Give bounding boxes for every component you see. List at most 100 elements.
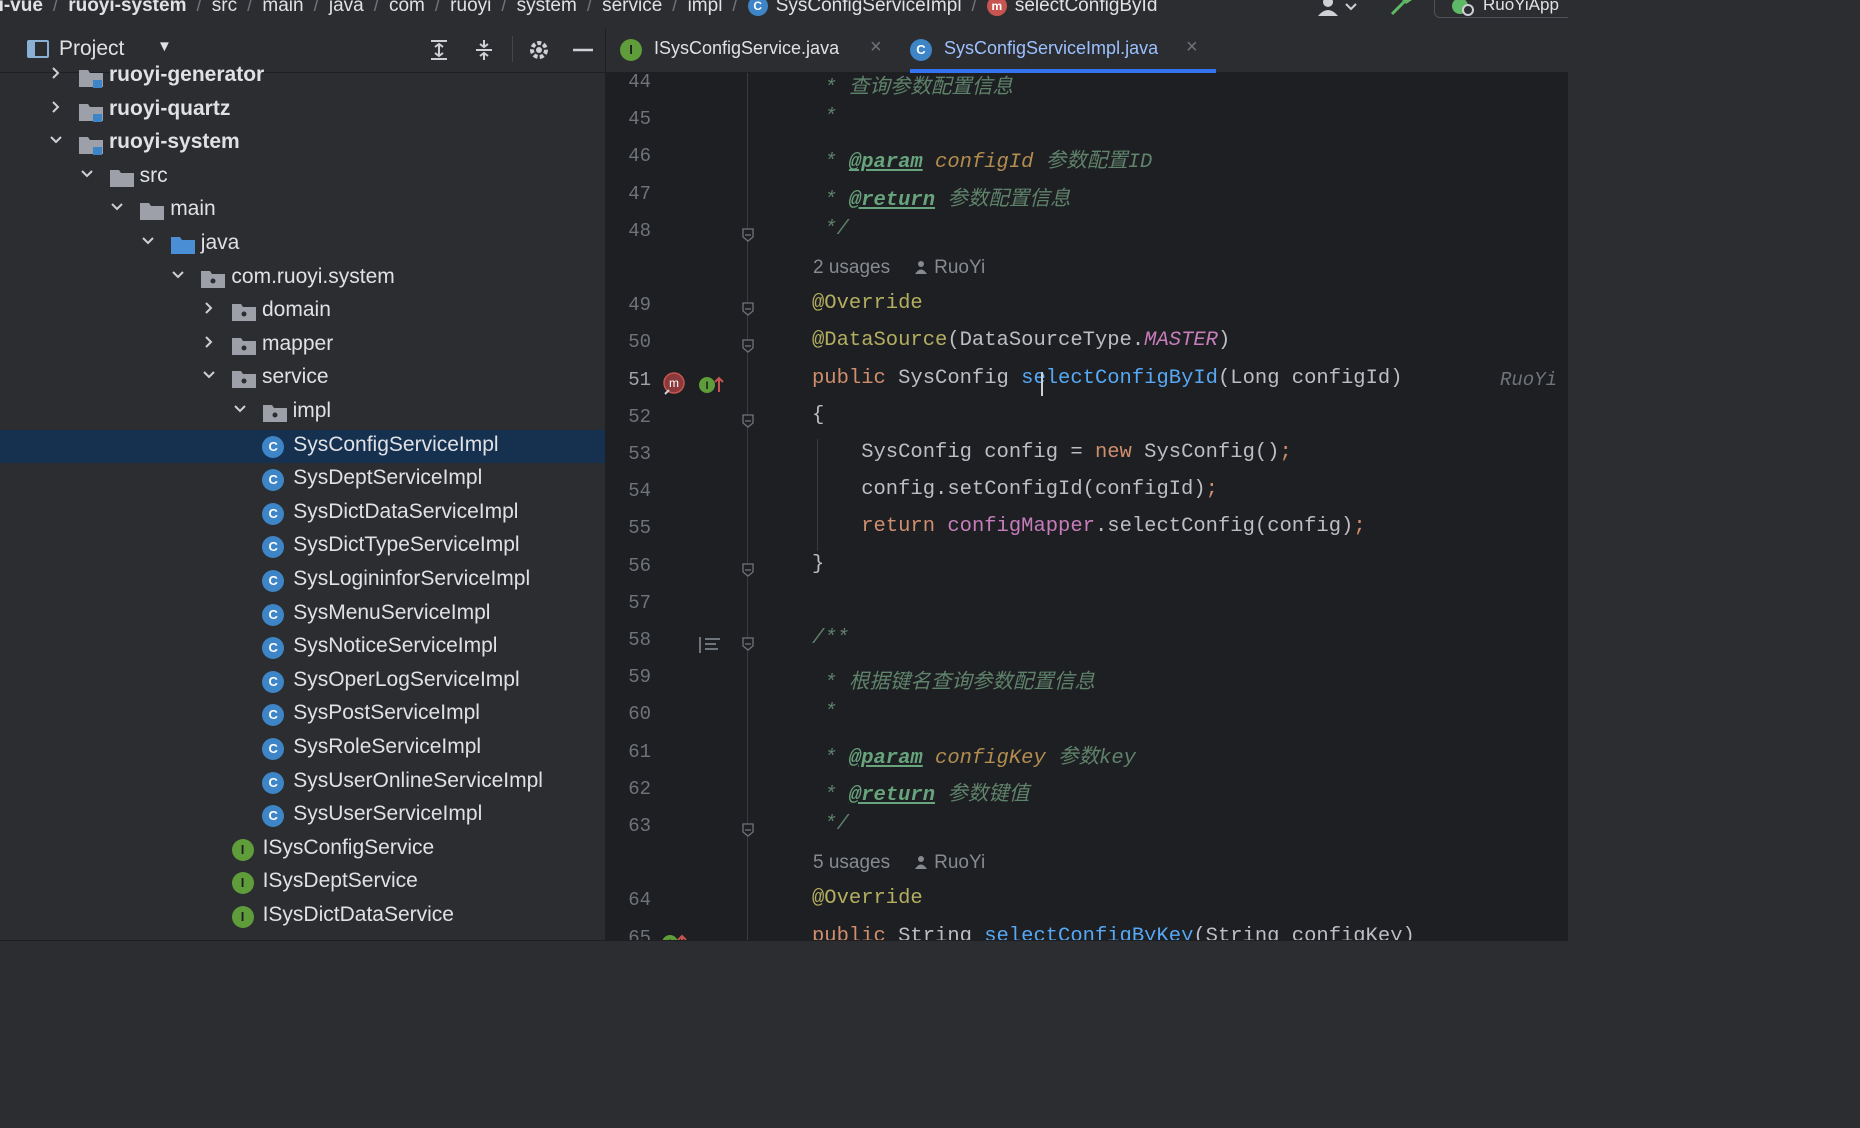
code-line[interactable]: */ <box>812 813 849 836</box>
chevron-down-icon[interactable]: ▼ <box>157 38 172 55</box>
tree-row[interactable]: C SysDeptServiceImpl <box>0 463 605 496</box>
tree-row[interactable]: C SysDictDataServiceImpl <box>0 497 605 530</box>
chevron-right-icon[interactable] <box>201 334 217 350</box>
tree-row[interactable]: domain <box>0 295 605 328</box>
code-author-inlay: RuoYi <box>1500 368 1558 391</box>
code-line[interactable]: */ <box>812 218 849 241</box>
code-token: selectConfigByKey <box>984 924 1194 940</box>
usages-count[interactable]: 2 usages <box>813 257 890 278</box>
tree-row[interactable]: impl <box>0 396 605 429</box>
implemented-method-icon[interactable]: m <box>661 371 687 398</box>
implements-interface-icon[interactable]: I <box>661 932 687 940</box>
tree-row[interactable]: C SysPostServiceImpl <box>0 698 605 731</box>
breadcrumb-item[interactable]: main <box>262 0 303 17</box>
code-line[interactable]: public SysConfig selectConfigById(Long c… <box>812 367 1403 390</box>
chevron-down-icon[interactable] <box>140 233 156 249</box>
breadcrumb-item[interactable]: java <box>329 0 364 17</box>
code-line[interactable]: @Override <box>812 292 923 315</box>
breadcrumb-item[interactable]: SysConfigServiceImpl <box>776 0 962 17</box>
run-configuration-selector[interactable]: RuoYiApp <box>1434 0 1568 18</box>
code-line[interactable]: * @param configKey 参数key <box>812 739 1136 770</box>
chevron-down-icon[interactable] <box>170 267 186 283</box>
tree-row[interactable]: C SysUserOnlineServiceImpl <box>0 766 605 799</box>
chevron-right-icon[interactable] <box>201 300 217 316</box>
tree-row[interactable]: mapper <box>0 329 605 362</box>
build-hammer-icon[interactable] <box>1386 0 1416 18</box>
breadcrumb-item[interactable]: service <box>602 0 662 17</box>
code-line[interactable]: * @return 参数键值 <box>812 776 1029 807</box>
fold-collapse-icon[interactable] <box>741 637 755 651</box>
usages-count[interactable]: 5 usages <box>813 852 890 873</box>
code-line[interactable]: @Override <box>812 887 923 910</box>
breadcrumb-item[interactable]: impl <box>688 0 723 17</box>
rendered-doc-toggle-icon[interactable] <box>698 635 722 655</box>
usages-hint[interactable]: 5 usages RuoYi <box>813 852 985 874</box>
tree-row[interactable]: C SysNoticeServiceImpl <box>0 631 605 664</box>
code-line[interactable]: /** <box>812 627 849 650</box>
tree-row[interactable]: src <box>0 161 605 194</box>
breadcrumb-item[interactable]: src <box>212 0 237 17</box>
fold-end-icon[interactable] <box>741 228 755 242</box>
tree-row[interactable]: ruoyi-quartz <box>0 94 605 127</box>
code-editor[interactable]: 44 * 查询参数配置信息 45 * 46 * @param configId 参数… <box>606 73 1568 940</box>
breadcrumb-item[interactable]: selectConfigById <box>1015 0 1158 17</box>
breadcrumb-item[interactable]: system <box>517 0 577 17</box>
code-line[interactable]: * <box>812 106 836 129</box>
breadcrumb-item[interactable]: ruoyi-system <box>68 0 186 17</box>
chevron-right-icon[interactable] <box>48 99 64 115</box>
usages-hint[interactable]: 2 usages RuoYi <box>813 257 985 279</box>
vcs-user-icon[interactable] <box>1312 0 1362 18</box>
author-name[interactable]: RuoYi <box>934 852 985 873</box>
code-line[interactable]: public String selectConfigByKey(String c… <box>812 925 1415 940</box>
chevron-down-icon[interactable] <box>109 199 125 215</box>
code-line[interactable]: SysConfig config = new SysConfig(); <box>812 441 1292 464</box>
tree-row[interactable]: main <box>0 194 605 227</box>
chevron-right-icon[interactable] <box>48 65 64 81</box>
tree-row[interactable]: C SysRoleServiceImpl <box>0 732 605 765</box>
fold-collapse-icon[interactable] <box>741 339 755 354</box>
tree-row[interactable]: C SysDictTypeServiceImpl <box>0 530 605 563</box>
code-line[interactable]: return configMapper.selectConfig(config)… <box>812 515 1365 538</box>
close-icon[interactable]: × <box>870 36 882 59</box>
tree-row[interactable]: I ISysDeptService <box>0 866 605 899</box>
fold-collapse-icon[interactable] <box>741 414 755 428</box>
code-line[interactable]: * @return 参数配置信息 <box>812 181 1070 212</box>
fold-end-icon[interactable] <box>741 823 755 837</box>
code-line[interactable]: * 根据键名查询参数配置信息 <box>812 664 1095 695</box>
chevron-down-icon[interactable] <box>48 132 64 148</box>
code-line[interactable]: } <box>812 553 824 576</box>
code-line[interactable]: * <box>812 701 836 724</box>
project-panel-title[interactable]: Project <box>59 37 124 61</box>
breadcrumb-item[interactable]: com <box>389 0 425 17</box>
tree-row[interactable]: C SysConfigServiceImpl <box>0 429 605 463</box>
breadcrumb-item[interactable]: ruoyi <box>450 0 491 17</box>
code-line[interactable]: config.setConfigId(configId); <box>812 478 1218 501</box>
tree-row[interactable]: I ISysDictDataService <box>0 900 605 933</box>
editor-tab[interactable]: C SysConfigServiceImpl.java × <box>910 28 1216 73</box>
editor-tab[interactable]: I ISysConfigService.java × <box>620 28 900 72</box>
tree-row[interactable]: ruoyi-system <box>0 127 605 160</box>
author-name[interactable]: RuoYi <box>934 257 985 278</box>
chevron-down-icon[interactable] <box>201 367 217 383</box>
code-line[interactable]: { <box>812 404 824 427</box>
code-line[interactable]: @DataSource(DataSourceType.MASTER) <box>812 329 1230 352</box>
fold-end-icon[interactable] <box>741 562 755 577</box>
package-icon <box>262 403 288 423</box>
tree-row[interactable]: ruoyi-generator <box>0 60 605 93</box>
tree-row[interactable]: C SysLogininforServiceImpl <box>0 564 605 597</box>
implements-interface-icon[interactable]: I <box>698 374 724 396</box>
tree-row[interactable]: C SysMenuServiceImpl <box>0 598 605 631</box>
code-line[interactable]: * @param configId 参数配置ID <box>812 143 1152 174</box>
fold-collapse-icon[interactable] <box>741 302 755 317</box>
tree-row[interactable]: java <box>0 228 605 261</box>
chevron-down-icon[interactable] <box>79 166 95 182</box>
tree-row[interactable]: com.ruoyi.system <box>0 262 605 295</box>
breadcrumb-item[interactable]: yi-vue <box>0 0 43 17</box>
tree-row[interactable]: C SysOperLogServiceImpl <box>0 665 605 698</box>
tree-row[interactable]: I ISysConfigService <box>0 833 605 866</box>
close-icon[interactable]: × <box>1186 36 1198 59</box>
chevron-down-icon[interactable] <box>232 401 248 417</box>
tree-row[interactable]: service <box>0 362 605 395</box>
code-line[interactable]: * 查询参数配置信息 <box>812 73 1013 100</box>
tree-row[interactable]: C SysUserServiceImpl <box>0 799 605 832</box>
